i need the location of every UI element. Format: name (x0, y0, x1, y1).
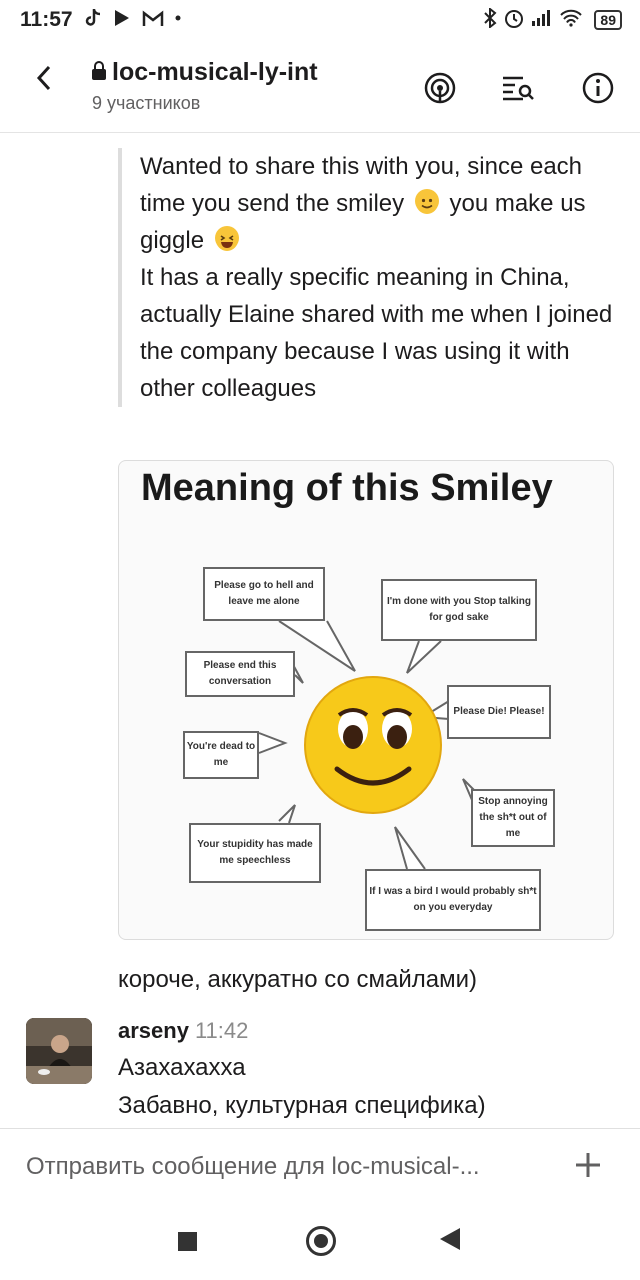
quote-text-3: It has a really specific meaning in Chin… (140, 264, 613, 402)
bubble-dead-to-me: You're dead to me (183, 731, 259, 779)
back-button[interactable] (36, 64, 52, 98)
bubble-stop-annoying: Stop annoying the sh*t out of me (471, 789, 555, 847)
search-list-icon (503, 76, 534, 101)
avatar[interactable] (26, 1018, 92, 1084)
android-nav-bar (0, 1206, 640, 1280)
laughing-emoji-icon (214, 226, 239, 251)
signal-icon (531, 10, 550, 26)
channel-title: loc-musical-ly-int (92, 58, 318, 87)
wifi-icon (560, 9, 582, 27)
message-text: короче, аккуратно со смайлами) (118, 966, 478, 993)
channel-name: loc-musical-ly-int (112, 58, 318, 86)
recents-button[interactable] (178, 1232, 197, 1251)
status-time: 11:57 (20, 8, 73, 31)
bubble-done-with-you: I'm done with you Stop talking for god s… (381, 579, 537, 641)
bubble-please-die: Please Die! Please! (447, 685, 551, 739)
bluetooth-icon (484, 6, 497, 30)
dot-icon (175, 15, 181, 21)
message-input[interactable]: Отправить сообщение для loc-musical-... (26, 1153, 480, 1181)
bubble-stupidity: Your stupidity has made me speechless (189, 823, 321, 883)
notification-icons (84, 6, 182, 32)
bubble-go-to-hell: Please go to hell and leave me alone (203, 567, 325, 621)
add-attachment-button[interactable] (574, 1143, 602, 1189)
message-composer: Отправить сообщение для loc-musical-... (0, 1128, 640, 1207)
avatar-photo (26, 1018, 92, 1084)
status-right: 89 (483, 6, 622, 31)
slightly-smiling-emoji-icon (414, 189, 439, 214)
quoted-message: Wanted to share this with you, since eac… (118, 148, 630, 407)
alarm-icon (504, 10, 523, 28)
channel-title-block[interactable]: loc-musical-ly-int 9 участников (92, 58, 318, 114)
plus-icon (576, 1153, 600, 1177)
message-time: 11:42 (194, 1018, 249, 1043)
bubble-end-conversation: Please end this conversation (185, 651, 295, 697)
channel-info-button[interactable] (578, 68, 618, 108)
gmail-icon (142, 10, 163, 26)
bubble-bird: If I was a bird I would probably sh*t on… (365, 869, 541, 931)
status-bar: 11:57 89 (0, 0, 640, 40)
info-icon (582, 72, 614, 104)
headphones-icon (424, 72, 456, 104)
message-line: Забавно, культурная специфика) (118, 1092, 486, 1119)
shared-image[interactable]: Meaning of this Smiley Please go to hell… (118, 460, 614, 940)
lock-icon (92, 61, 106, 80)
message-line: Азахахахха (118, 1054, 246, 1081)
author-name[interactable]: arseny (118, 1018, 189, 1043)
home-button[interactable] (306, 1226, 336, 1256)
battery-indicator: 89 (594, 10, 622, 30)
tiktok-icon (85, 9, 101, 26)
message-header: arseny 11:42 (118, 1018, 248, 1044)
member-count: 9 участников (92, 93, 201, 113)
play-icon (114, 10, 129, 26)
huddle-button[interactable] (420, 68, 460, 108)
search-in-channel-button[interactable] (498, 68, 538, 108)
nav-back-button[interactable] (440, 1228, 460, 1250)
channel-header: loc-musical-ly-int 9 участников (0, 42, 640, 133)
chevron-left-icon (36, 65, 51, 91)
